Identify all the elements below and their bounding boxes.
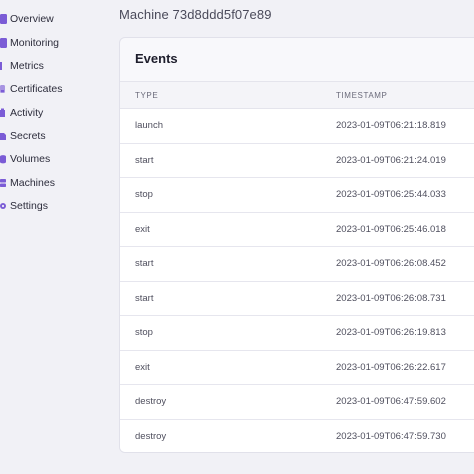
event-type: destroy — [135, 430, 167, 442]
event-type: exit — [135, 361, 150, 373]
event-type: start — [135, 154, 154, 166]
sidebar-item-monitoring[interactable]: Monitoring — [0, 33, 59, 53]
event-type: start — [135, 258, 154, 269]
table-row[interactable]: start 2023-01-09T06:26:08.731 — [120, 281, 474, 316]
events-title: Events — [135, 51, 178, 66]
event-type: launch — [135, 120, 163, 131]
event-timestamp: 2023-01-09T06:26:22.617 — [336, 361, 446, 373]
table-row[interactable]: start 2023-01-09T06:26:08.452 — [120, 247, 474, 282]
event-timestamp: 2023-01-09T06:25:44.033 — [336, 189, 446, 200]
sidebar-item-secrets[interactable]: Secrets — [0, 126, 46, 146]
table-row[interactable]: launch 2023-01-09T06:21:18.819 — [120, 109, 474, 144]
sidebar-item-label: Monitoring — [10, 37, 60, 49]
sidebar-item-label: Overview — [10, 13, 54, 25]
table-row[interactable]: destroy 2023-01-09T06:47:59.602 — [120, 385, 474, 420]
table-header: TYPE TIMESTAMP — [120, 82, 474, 109]
sidebar-item-settings[interactable]: Settings — [0, 196, 48, 216]
event-type: stop — [135, 189, 153, 200]
sidebar-item-label: Secrets — [10, 130, 46, 142]
events-panel: Events TYPE TIMESTAMP launch 2023-01-09T… — [119, 37, 474, 453]
event-timestamp: 2023-01-09T06:47:59.602 — [336, 396, 446, 407]
event-timestamp: 2023-01-09T06:26:19.813 — [336, 327, 446, 338]
sidebar-item-overview[interactable]: Overview — [0, 9, 54, 29]
table-row[interactable]: destroy 2023-01-09T06:47:59.730 — [120, 419, 474, 452]
event-timestamp: 2023-01-09T06:26:08.452 — [336, 258, 446, 269]
sidebar-item-label: Metrics — [10, 60, 44, 72]
sidebar-item-label: Activity — [10, 107, 44, 119]
event-timestamp: 2023-01-09T06:47:59.730 — [336, 430, 446, 442]
sidebar-item-label: Volumes — [10, 153, 51, 165]
sidebar-item-label: Settings — [10, 200, 48, 212]
activity-icon — [0, 103, 10, 123]
event-timestamp: 2023-01-09T06:21:18.819 — [336, 120, 446, 131]
sidebar-item-label: Certificates — [10, 83, 63, 95]
sidebar: Overview Monitoring Metrics Certificates… — [0, 0, 104, 474]
page-title: Machine 73d8ddd5f07e89 — [119, 7, 272, 22]
secrets-icon — [0, 126, 10, 146]
table-row[interactable]: start 2023-01-09T06:21:24.019 — [120, 143, 474, 178]
event-type: stop — [135, 327, 153, 338]
metrics-icon — [0, 56, 10, 76]
column-header-timestamp: TIMESTAMP — [336, 91, 388, 100]
sidebar-item-machines[interactable]: Machines — [0, 173, 55, 193]
settings-icon — [0, 196, 10, 216]
sidebar-item-label: Machines — [10, 177, 55, 189]
table-row[interactable]: stop 2023-01-09T06:25:44.033 — [120, 178, 474, 213]
events-table-body: launch 2023-01-09T06:21:18.819 start 202… — [120, 109, 474, 452]
sidebar-item-certificates[interactable]: Certificates — [0, 79, 63, 99]
event-timestamp: 2023-01-09T06:21:24.019 — [336, 154, 446, 166]
event-timestamp: 2023-01-09T06:25:46.018 — [336, 223, 446, 235]
column-header-type: TYPE — [135, 91, 159, 100]
machines-icon — [0, 173, 10, 193]
table-row[interactable]: stop 2023-01-09T06:26:19.813 — [120, 316, 474, 351]
overview-icon — [0, 9, 10, 29]
sidebar-item-volumes[interactable]: Volumes — [0, 149, 50, 169]
event-type: destroy — [135, 396, 167, 407]
monitoring-icon — [0, 33, 10, 53]
table-row[interactable]: exit 2023-01-09T06:25:46.018 — [120, 212, 474, 247]
table-row[interactable]: exit 2023-01-09T06:26:22.617 — [120, 350, 474, 385]
volumes-icon — [0, 149, 10, 169]
sidebar-item-activity[interactable]: Activity — [0, 103, 43, 123]
sidebar-item-metrics[interactable]: Metrics — [0, 56, 44, 76]
event-timestamp: 2023-01-09T06:26:08.731 — [336, 292, 446, 304]
certificates-icon — [0, 79, 10, 99]
event-type: exit — [135, 223, 150, 235]
event-type: start — [135, 292, 154, 304]
